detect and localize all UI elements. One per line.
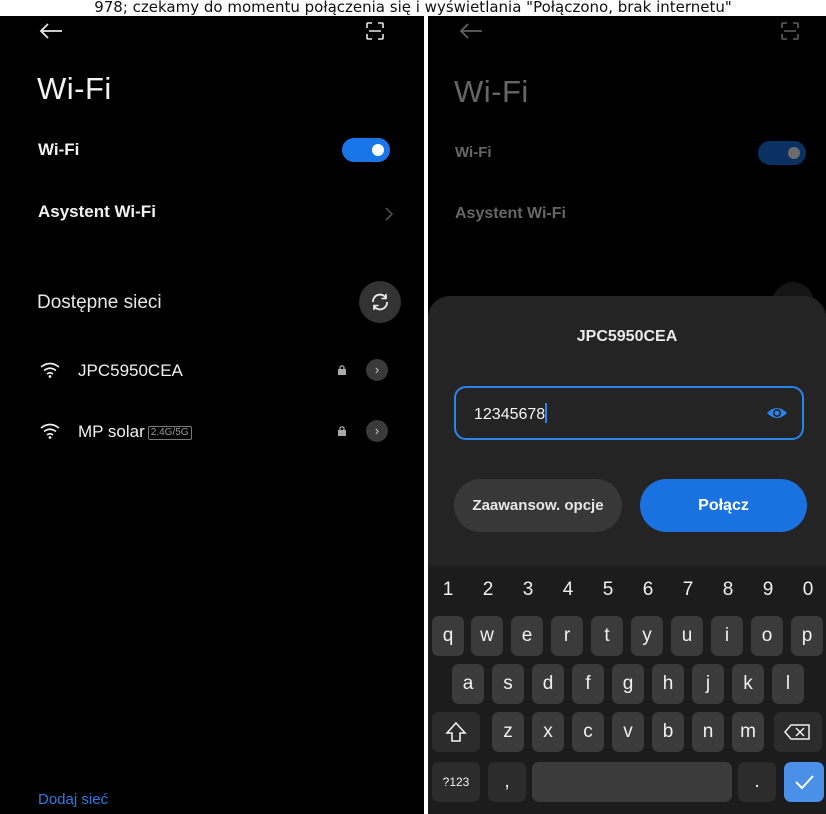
key-p[interactable]: p [791,616,823,656]
page-title: Wi-Fi [37,71,112,106]
connect-button[interactable]: Połącz [640,479,807,532]
key-4[interactable]: 4 [548,570,588,610]
add-network-link[interactable]: Dodaj sieć [38,791,108,808]
password-field[interactable]: 12345678 [454,386,804,440]
backspace-key[interactable] [774,712,822,752]
chevron-right-icon [385,207,394,221]
key-o[interactable]: o [751,616,783,656]
space-key[interactable] [532,762,732,802]
key-v[interactable]: v [612,712,644,752]
key-x[interactable]: x [532,712,564,752]
period-key[interactable]: . [738,762,776,802]
keyboard: 1 2 3 4 5 6 7 8 9 0 q w e r t y u i o p … [428,566,826,814]
key-9[interactable]: 9 [748,570,788,610]
advanced-options-button[interactable]: Zaawansow. opcje [454,479,622,532]
refresh-button[interactable] [359,281,401,323]
scan-icon [781,22,799,40]
wifi-label: Wi-Fi [455,144,492,161]
key-5[interactable]: 5 [588,570,628,610]
wifi-assistant-label[interactable]: Asystent Wi-Fi [38,202,156,222]
wifi-settings-screen: Wi-Fi Wi-Fi Asystent Wi-Fi Dostępne siec… [0,16,424,814]
key-3[interactable]: 3 [508,570,548,610]
wifi-assistant-label: Asystent Wi-Fi [455,205,566,222]
key-i[interactable]: i [711,616,743,656]
lock-icon [338,365,346,375]
key-k[interactable]: k [732,664,764,704]
key-h[interactable]: h [652,664,684,704]
key-b[interactable]: b [652,712,684,752]
key-7[interactable]: 7 [668,570,708,610]
enter-key[interactable] [784,762,824,802]
page-title: Wi-Fi [454,74,529,109]
key-m[interactable]: m [732,712,764,752]
comma-key[interactable]: , [488,762,526,802]
key-g[interactable]: g [612,664,644,704]
network-details-button[interactable]: › [366,420,388,442]
backspace-icon [784,724,810,740]
key-u[interactable]: u [671,616,703,656]
key-d[interactable]: d [532,664,564,704]
key-z[interactable]: z [492,712,524,752]
key-w[interactable]: w [471,616,503,656]
key-8[interactable]: 8 [708,570,748,610]
shift-key[interactable] [432,712,480,752]
lock-icon [338,426,346,436]
back-arrow-icon[interactable] [38,22,64,40]
wifi-icon [40,423,60,439]
key-j[interactable]: j [692,664,724,704]
key-c[interactable]: c [572,712,604,752]
letter-row-2: a s d f g h j k l [428,664,826,704]
key-l[interactable]: l [772,664,804,704]
wifi-toggle[interactable] [342,138,390,162]
key-a[interactable]: a [452,664,484,704]
network-name: JPC5950CEA [78,361,183,380]
password-dialog: JPC5950CEA 12345678 Zaawansow. opcje Poł… [428,296,826,566]
eye-icon[interactable] [766,404,788,422]
key-2[interactable]: 2 [468,570,508,610]
network-name: MP solar [78,422,145,441]
available-networks-label: Dostępne sieci [37,292,162,313]
network-item[interactable]: MP solar 2.4G/5G › [0,415,424,449]
text-caret [545,403,548,423]
key-r[interactable]: r [551,616,583,656]
key-t[interactable]: t [591,616,623,656]
key-e[interactable]: e [511,616,543,656]
key-y[interactable]: y [631,616,663,656]
shift-icon [445,721,467,742]
key-f[interactable]: f [572,664,604,704]
letter-row-1: q w e r t y u i o p [428,616,826,656]
key-s[interactable]: s [492,664,524,704]
number-row: 1 2 3 4 5 6 7 8 9 0 [428,570,826,610]
network-item[interactable]: JPC5950CEA › [0,354,424,388]
wifi-password-screen: Wi-Fi Wi-Fi Asystent Wi-Fi JPC5950CEA 12… [428,16,826,814]
key-q[interactable]: q [432,616,464,656]
refresh-icon [372,293,388,311]
key-6[interactable]: 6 [628,570,668,610]
band-badge: 2.4G/5G [147,426,192,440]
key-n[interactable]: n [692,712,724,752]
network-details-button[interactable]: › [366,359,388,381]
wifi-label: Wi-Fi [38,140,80,159]
key-0[interactable]: 0 [788,570,826,610]
wifi-icon [40,362,60,378]
back-arrow-icon [459,23,482,39]
wifi-toggle [758,141,806,165]
bottom-row: ?123 , . [428,762,826,802]
symbols-key[interactable]: ?123 [432,762,480,802]
check-icon [795,775,814,790]
dialog-title: JPC5950CEA [576,328,678,345]
scan-icon[interactable] [365,21,385,41]
letter-row-3: z x c v b n m [428,712,826,752]
key-1[interactable]: 1 [428,570,468,610]
password-value: 12345678 [474,406,546,423]
